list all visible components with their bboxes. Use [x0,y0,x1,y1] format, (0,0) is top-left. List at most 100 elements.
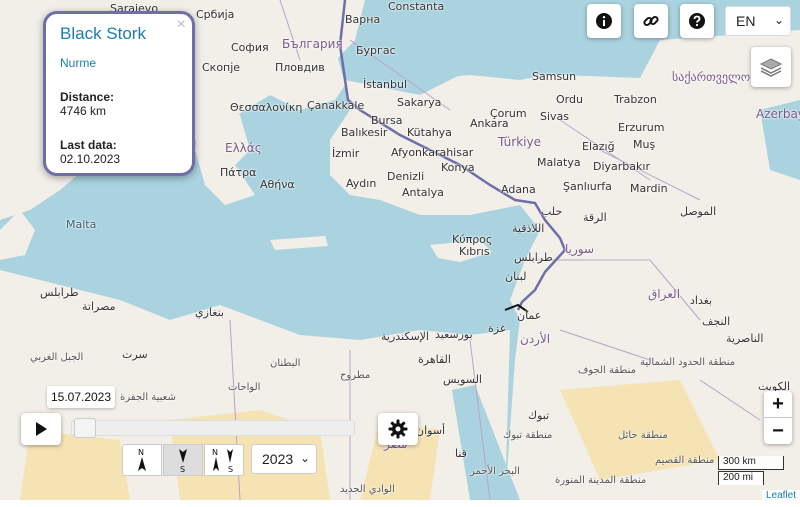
map-label: Şanlıurfa [563,180,612,193]
map-label: Mardin [630,182,668,195]
map-label: Samsun [532,70,577,83]
map-label: طرابلس [40,286,79,299]
direction-north-button[interactable]: N [122,444,162,476]
map-label: سرت [122,348,148,361]
map-label: القاهرة [418,353,451,366]
map-label: Aydın [346,177,377,190]
zoom-control: + − [764,391,792,444]
year-selected: 2023 [262,451,294,467]
map-label: Diyarbakır [593,160,650,173]
map-label: لبنان [505,270,527,283]
map-label: الوادي الجديد [340,484,395,495]
link-button[interactable] [634,4,668,38]
question-icon [689,13,705,29]
chevron-down-icon: ⌄ [299,451,310,465]
map-label: Θεσσαλονίκη [230,101,303,114]
south-arrow-icon: S [179,449,187,473]
map-label: Србија [196,8,235,21]
map-label: الإسكندرية [381,330,429,343]
play-button[interactable] [21,413,61,445]
map-label: Muş [633,138,656,151]
map-label: الأردن [520,332,551,346]
map-label: Constanta [388,0,445,13]
map-label: საქართველო [672,70,751,84]
distance-value: 4746 km [60,104,107,118]
year-select[interactable]: 2023 ⌄ [251,444,317,474]
map-label: Balıkesir [341,126,388,139]
info-icon [596,13,612,29]
map-label: الواحات [228,382,261,393]
last-data-label: Last data: [60,138,117,152]
svg-text:S: S [228,465,233,473]
last-data-value: 02.10.2023 [60,152,121,166]
map-label: بنغازي [195,306,224,319]
map-label: Варна [345,13,381,26]
svg-text:S: S [180,465,185,473]
popup-name-link[interactable]: Nurme [60,56,178,70]
map-label: غزة [488,322,506,335]
map-label: Malatya [537,156,581,169]
map-label: Antalya [402,186,444,199]
map-label: تبوك [528,409,550,422]
north-arrow-icon: N [138,448,146,471]
timeline-track[interactable] [71,420,355,436]
map-label: عمان [517,309,542,322]
map-label: بغداد [690,294,713,307]
language-select[interactable]: EN ⌄ [725,6,791,36]
map-label: أسوان [416,424,446,437]
map-label: Trabzon [614,93,657,106]
map-label: منطقة المدينة المنورة [555,475,647,486]
zoom-out-button[interactable]: − [764,417,792,444]
map-label: Elazığ [582,140,615,153]
map-label: Πάτρα [220,166,257,179]
map-label: Пловдив [275,61,325,74]
map-label: النجف [702,315,731,328]
popup-close-button[interactable]: × [177,16,186,34]
map-label: Çorum [490,107,527,120]
direction-south-button[interactable]: S [163,444,203,476]
map-label: الرقة [583,211,607,224]
map-label: Скопје [202,61,241,74]
map-label: منطقة الجوف [578,365,636,376]
map-label: الجبل الغربي [30,352,84,363]
map-label: شعبية الجفرة [120,392,176,403]
layers-icon [759,58,783,77]
map-label: مطروح [340,370,371,381]
map-label: Azerbay [756,107,800,121]
map-label: العراق [648,287,681,301]
map-label: منطقة حائل [618,430,668,441]
map-label: Adana [501,183,536,196]
map-label: Denizli [387,170,425,183]
help-button[interactable] [680,4,714,38]
zoom-in-button[interactable]: + [764,391,792,417]
distance-label: Distance: [60,90,115,104]
map-label: بورسعيد [435,328,473,341]
map-label: الموصل [680,205,717,218]
map-label: Türkiye [498,135,541,149]
map-label: مصراتة [82,300,116,313]
svg-text:N: N [138,448,144,457]
settings-button[interactable] [378,413,418,445]
gear-icon [388,419,408,439]
map-label: Erzurum [618,121,665,134]
map-label: София [231,41,269,54]
map-label: طرابلس [514,251,553,264]
direction-both-button[interactable]: N S [204,444,244,476]
map-label: Αθήνα [260,178,295,191]
map-label: Kıbrıs [459,245,490,258]
chevron-down-icon: ⌄ [773,13,784,27]
scale-metric: 300 km [718,456,784,470]
map-label: منطقة تبوك [503,430,553,441]
map-label: България [282,37,343,51]
map-label: Ελλάς [225,141,262,155]
map-label: البحر الأحمر [470,466,520,477]
timeline-handle[interactable] [74,418,96,438]
map-label: Бургас [356,44,396,57]
layers-button[interactable] [751,47,791,87]
scale-imperial: 200 mi [718,471,764,485]
map-label: Sivas [540,110,570,123]
map-label: İzmir [332,147,360,160]
map-label: اللاذقية [512,222,545,235]
attribution-link[interactable]: Leaflet [761,490,800,504]
info-button[interactable] [587,4,621,38]
